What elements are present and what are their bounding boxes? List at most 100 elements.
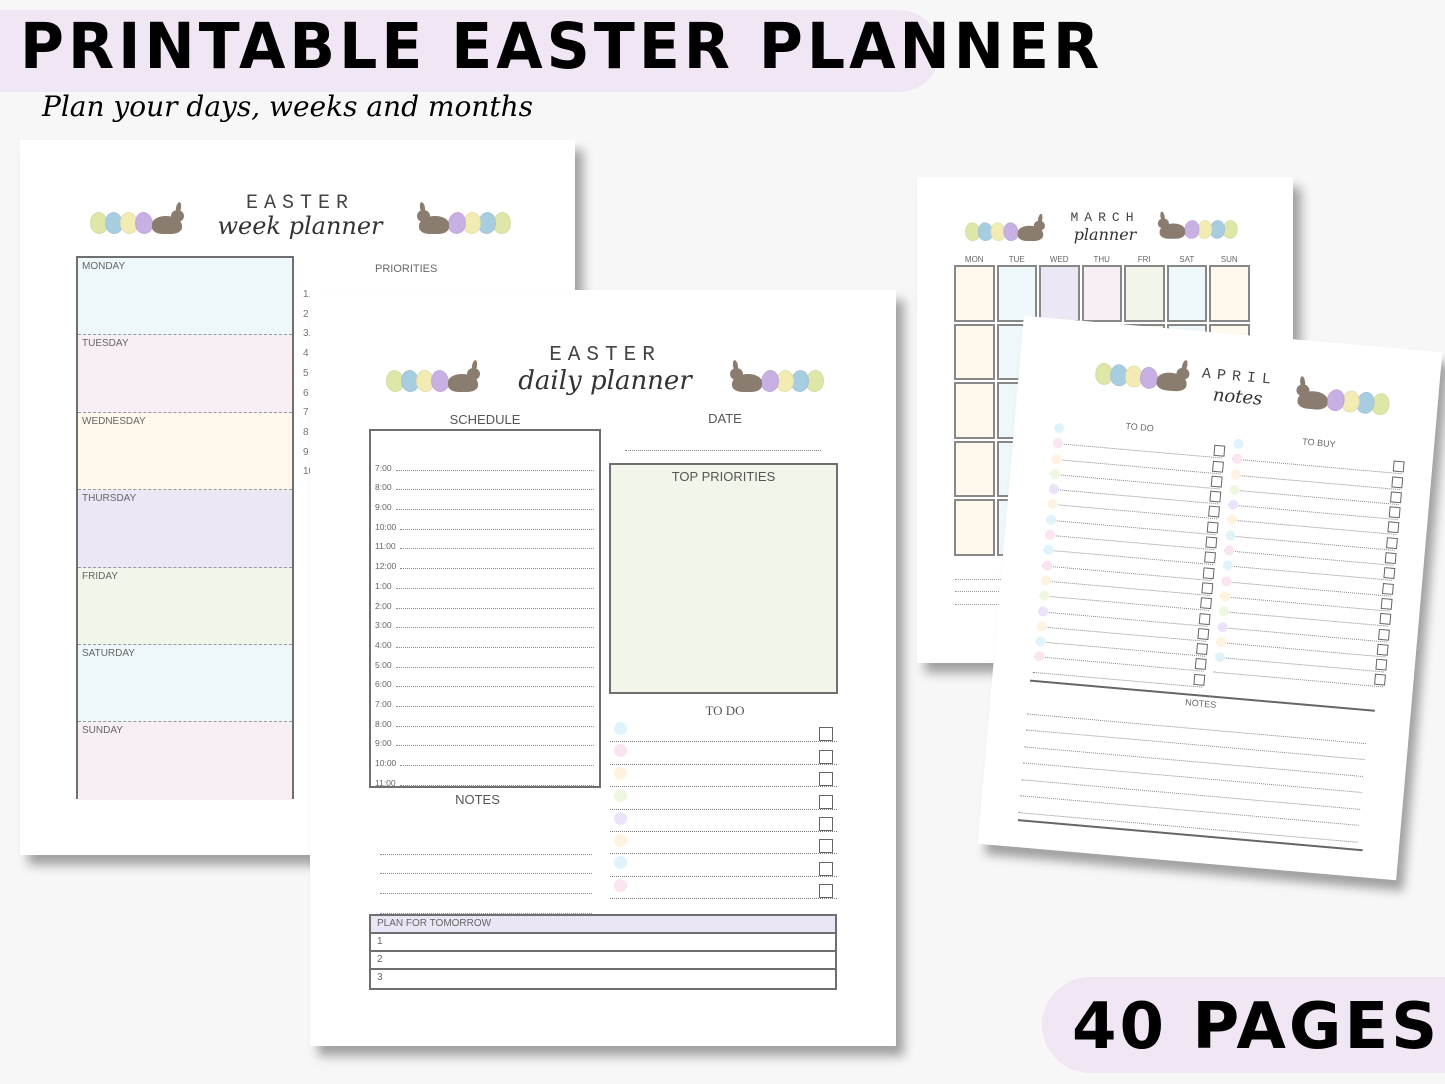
list-checkbox[interactable] [1210,475,1223,488]
day-block-monday[interactable]: MONDAY [78,258,292,336]
day-block-saturday[interactable]: SATURDAY [78,644,292,723]
list-checkbox[interactable] [1383,567,1396,580]
schedule-row[interactable]: 5:00 [375,650,594,670]
list-checkbox[interactable] [1384,552,1397,565]
bullet-dot-icon [1049,468,1061,480]
bunny-icon [1016,213,1047,241]
todo-checkbox[interactable] [819,816,833,831]
list-checkbox[interactable] [1382,582,1394,595]
todo-checkbox[interactable] [819,749,833,764]
list-checkbox[interactable] [1198,612,1211,625]
list-checkbox[interactable] [1380,597,1393,610]
schedule-row[interactable]: 10:00 [375,512,594,532]
bullet-dot-icon [1219,590,1231,602]
list-checkbox[interactable] [1391,476,1404,488]
bullet-dot-icon [1048,483,1060,495]
list-checkbox[interactable] [1386,536,1398,549]
calendar-cell[interactable] [954,440,995,497]
calendar-cell[interactable] [1124,265,1165,322]
bullet-dot-icon [614,833,627,847]
schedule-row[interactable]: 8:00 [375,709,594,729]
calendar-cell[interactable] [1166,265,1207,322]
calendar-cell[interactable] [954,499,995,556]
schedule-row[interactable]: 1:00 [375,571,594,591]
schedule-line [395,745,594,747]
list-checkbox[interactable] [1388,506,1401,519]
list-checkbox[interactable] [1204,551,1216,564]
todo-item[interactable] [610,832,837,855]
todo-item[interactable] [610,854,837,877]
todo-item[interactable] [610,877,837,900]
date-field[interactable] [625,450,821,451]
schedule-row[interactable]: 8:00 [375,473,594,492]
list-checkbox[interactable] [1212,460,1224,473]
time-label: 8:00 [375,718,392,729]
plan-row[interactable]: 2 [371,952,835,970]
todo-checkbox[interactable] [819,884,833,899]
schedule-row[interactable]: 3:00 [375,611,594,630]
todo-item[interactable] [610,765,837,788]
day-block-sunday[interactable]: SUNDAY [78,722,292,800]
todo-checkbox[interactable] [819,794,833,809]
day-block-tuesday[interactable]: TUESDAY [78,335,292,413]
todo-item[interactable] [610,742,837,765]
todo-item[interactable] [610,787,837,810]
list-checkbox[interactable] [1374,674,1386,687]
list-checkbox[interactable] [1197,627,1210,640]
list-checkbox[interactable] [1206,521,1219,534]
schedule-row[interactable]: 4:00 [375,630,594,650]
calendar-cell[interactable] [954,265,995,322]
list-checkbox[interactable] [1209,490,1222,503]
list-checkbox[interactable] [1201,582,1214,595]
list-checkbox[interactable] [1375,658,1388,671]
schedule-row[interactable]: 9:00 [375,492,594,512]
list-checkbox[interactable] [1202,567,1215,579]
day-block-thursday[interactable]: THURSDAY [78,490,292,568]
schedule-row[interactable]: 6:00 [375,670,594,689]
schedule-row[interactable]: 2:00 [375,591,594,611]
calendar-cell[interactable] [954,382,995,439]
day-block-friday[interactable]: FRIDAY [78,567,292,645]
calendar-cell[interactable] [1081,265,1122,322]
todo-checkbox[interactable] [819,861,833,876]
plan-row[interactable]: 3 [371,970,835,988]
todo-item[interactable] [610,720,837,743]
list-checkbox[interactable] [1376,643,1389,656]
weekday-header: MON TUE WED THU FRI SAT SUN [953,255,1251,264]
bullet-dot-icon [1052,438,1064,449]
todo-item[interactable] [610,810,837,832]
day-block-wednesday[interactable]: WEDNESDAY [78,412,292,491]
todo-checkbox[interactable] [819,727,833,742]
day-label: SATURDAY [82,647,135,659]
schedule-row[interactable]: 9:00 [375,729,594,748]
list-checkbox[interactable] [1378,628,1390,641]
schedule-row[interactable]: 11:00 [375,768,594,788]
list-checkbox[interactable] [1193,673,1206,686]
list-checkbox[interactable] [1194,658,1207,671]
todo-checkbox[interactable] [819,772,833,787]
calendar-cell[interactable] [1209,265,1250,322]
list-checkbox[interactable] [1208,506,1220,518]
calendar-cell[interactable] [1039,265,1080,322]
list-checkbox[interactable] [1379,613,1392,626]
schedule-row[interactable]: 12:00 [375,551,594,571]
list-checkbox[interactable] [1392,460,1405,473]
list-checkbox[interactable] [1387,521,1400,534]
bullet-dot-icon [614,878,627,892]
list-checkbox[interactable] [1205,536,1218,549]
schedule-row[interactable]: 11:00 [375,532,594,551]
notes-lines [380,835,592,914]
calendar-cell[interactable] [954,323,995,380]
schedule-row[interactable]: 7:00 [375,689,594,709]
calendar-cell[interactable] [996,265,1037,322]
list-checkbox[interactable] [1200,597,1212,610]
list-checkbox[interactable] [1390,491,1402,504]
schedule-row[interactable]: 10:00 [375,748,594,768]
todo-checkbox[interactable] [819,839,833,854]
list-checkbox[interactable] [1213,445,1226,458]
plan-row[interactable]: 1 [371,934,835,952]
schedule-row[interactable]: 7:00 [375,453,594,473]
date-label: DATE [708,411,742,426]
list-checkbox[interactable] [1196,643,1208,656]
top-priorities-box[interactable]: TOP PRIORITIES [609,463,838,694]
